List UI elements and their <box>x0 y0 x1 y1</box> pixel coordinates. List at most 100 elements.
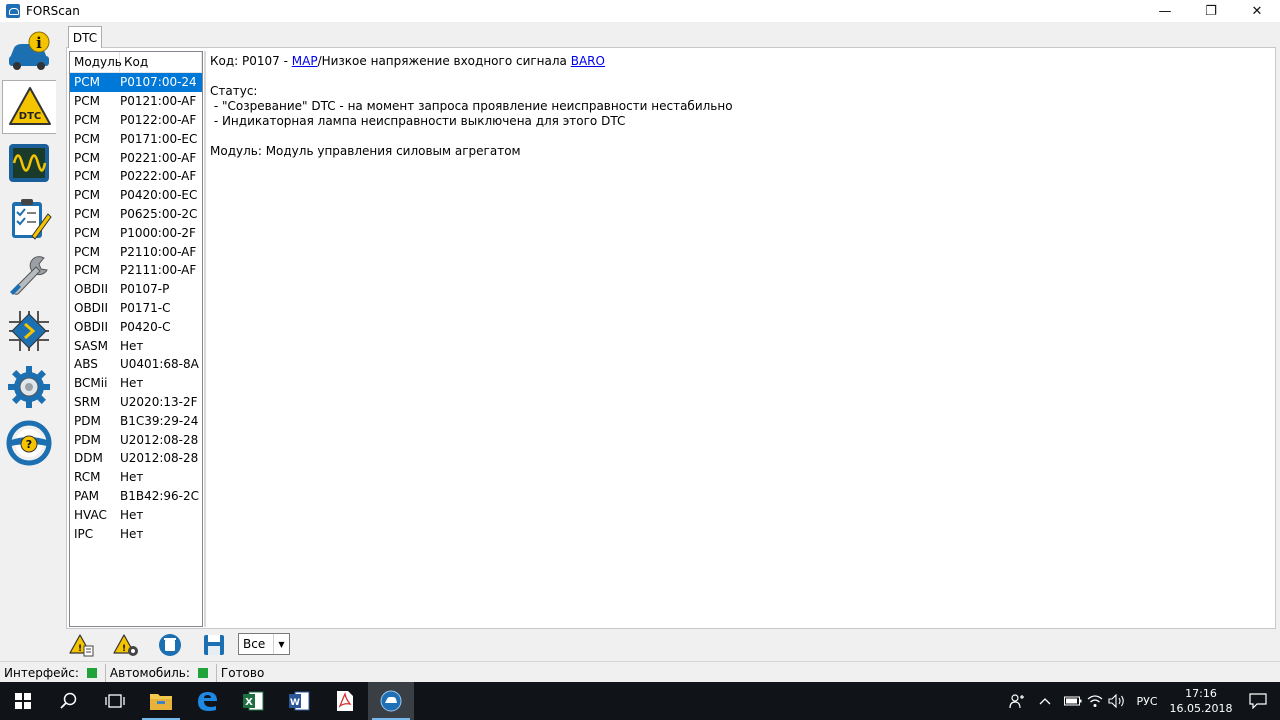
show-hidden-icons-chevron-icon[interactable] <box>1028 682 1062 720</box>
title-bar: FORScan — ❐ ✕ <box>0 0 1280 22</box>
save-button[interactable] <box>198 631 230 659</box>
taskbar-file-explorer[interactable] <box>138 682 184 720</box>
list-item[interactable]: PCM P2111:00-AF <box>70 261 202 280</box>
map-link[interactable]: MAP <box>292 54 318 68</box>
sidebar-item-help[interactable]: ? <box>2 416 56 470</box>
list-item[interactable]: PDM B1C39:29-24 <box>70 411 202 430</box>
dtc-filter-value: Все <box>243 637 266 651</box>
vehicle-status: Автомобиль: <box>106 663 217 682</box>
edge-icon <box>198 692 217 711</box>
sidebar-item-settings[interactable] <box>2 360 56 414</box>
dtc-module: DDM <box>74 451 103 466</box>
list-item[interactable]: PCM P0171:00-EC <box>70 129 202 148</box>
column-header-module[interactable]: Модуль <box>70 52 122 72</box>
sidebar-item-service[interactable] <box>2 248 56 302</box>
chevron-down-icon[interactable]: ▼ <box>273 634 289 654</box>
sidebar-item-tests[interactable] <box>2 192 56 246</box>
status-bar: Интерфейс: Автомобиль: Готово <box>0 661 1280 683</box>
dtc-code: U2020:13-2F <box>120 394 198 409</box>
list-item[interactable]: OBDII P0420-C <box>70 317 202 336</box>
taskbar-word[interactable]: W <box>276 682 322 720</box>
list-item[interactable]: PCM P2110:00-AF <box>70 242 202 261</box>
list-item[interactable]: DDM U2012:08-28 <box>70 449 202 468</box>
svg-text:!: ! <box>78 644 82 654</box>
taskbar-forscan[interactable] <box>368 682 414 720</box>
action-center-button[interactable] <box>1236 682 1280 720</box>
list-item[interactable]: HVAC Нет <box>70 505 202 524</box>
checklist-icon <box>12 199 52 240</box>
clear-dtc-button[interactable]: ! <box>110 631 142 659</box>
help-wheel-icon: ? <box>6 420 52 466</box>
volume-icon[interactable] <box>1106 682 1128 720</box>
list-item[interactable]: BCMii Нет <box>70 374 202 393</box>
dtc-code: Нет <box>120 470 144 485</box>
dtc-module: PCM <box>74 206 100 221</box>
baro-link[interactable]: BARO <box>571 54 605 68</box>
list-item[interactable]: PCM P0122:00-AF <box>70 111 202 130</box>
list-item[interactable]: SRM U2020:13-2F <box>70 393 202 412</box>
clock[interactable]: 17:16 16.05.2018 <box>1166 686 1236 716</box>
list-item[interactable]: SASM Нет <box>70 336 202 355</box>
dtc-code: P0121:00-AF <box>120 94 197 109</box>
dtc-code: U2012:08-28 <box>120 451 199 466</box>
close-button[interactable]: ✕ <box>1234 0 1280 22</box>
sidebar-item-vehicle-info[interactable]: i <box>2 24 56 78</box>
column-header-code[interactable]: Код <box>120 52 202 72</box>
dtc-module: OBDII <box>74 319 108 334</box>
dtc-code: P2110:00-AF <box>120 244 197 259</box>
sidebar-item-configuration[interactable] <box>2 304 56 358</box>
input-language[interactable]: РУС <box>1128 695 1166 708</box>
dtc-code: P1000:00-2F <box>120 225 196 240</box>
svg-text:!: ! <box>122 644 126 654</box>
list-item[interactable]: PCM P0420:00-EC <box>70 186 202 205</box>
status-line: - Индикаторная лампа неисправности выклю… <box>210 114 626 128</box>
dtc-module: PDM <box>74 432 101 447</box>
list-item[interactable]: OBDII P0107-P <box>70 280 202 299</box>
dtc-module: IPC <box>74 526 94 541</box>
list-item[interactable]: PCM P1000:00-2F <box>70 223 202 242</box>
battery-icon[interactable] <box>1062 682 1084 720</box>
list-item[interactable]: PCM P0121:00-AF <box>70 92 202 111</box>
dtc-module: PCM <box>74 112 100 127</box>
list-item[interactable]: OBDII P0171-C <box>70 299 202 318</box>
search-button[interactable] <box>46 682 92 720</box>
search-icon <box>60 692 77 709</box>
tab-dtc[interactable]: DTC <box>68 26 102 48</box>
svg-text:W: W <box>290 698 300 708</box>
taskbar-edge[interactable] <box>184 682 230 720</box>
dtc-code: B1B42:96-2C <box>120 488 200 503</box>
dtc-code: U0401:68-8A <box>120 357 199 372</box>
restore-button[interactable]: ❐ <box>1188 0 1234 22</box>
list-item[interactable]: PAM B1B42:96-2C <box>70 487 202 506</box>
start-button[interactable] <box>0 682 46 720</box>
svg-text:X: X <box>245 697 253 708</box>
dtc-list[interactable]: Модуль Код PCM P0107:00-24 PCM P0121:00-AF P… <box>69 51 203 627</box>
sidebar-item-dtc[interactable]: DTC <box>2 80 56 134</box>
delete-button[interactable] <box>154 631 186 659</box>
list-item[interactable]: PDM U2012:08-28 <box>70 430 202 449</box>
dtc-details: Код: P0107 - MAP/Низкое напряжение входн… <box>210 54 1270 159</box>
list-item[interactable]: PCM P0222:00-AF <box>70 167 202 186</box>
forscan-icon <box>380 690 402 712</box>
list-item[interactable]: PCM P0625:00-2C <box>70 205 202 224</box>
people-icon[interactable] <box>1006 682 1028 720</box>
code-prefix: Код: P0107 - <box>210 54 292 68</box>
taskbar-pdf-reader[interactable] <box>322 682 368 720</box>
dtc-filter-select[interactable]: Все ▼ <box>238 633 290 655</box>
splitter[interactable] <box>204 51 206 627</box>
taskbar-excel[interactable]: X <box>230 682 276 720</box>
clock-date: 16.05.2018 <box>1169 702 1233 715</box>
sidebar-item-oscilloscope[interactable] <box>2 136 56 190</box>
wifi-icon[interactable] <box>1084 682 1106 720</box>
list-header: Модуль Код <box>70 52 202 73</box>
minimize-button[interactable]: — <box>1142 0 1188 22</box>
list-item[interactable]: IPC Нет <box>70 524 202 543</box>
list-item[interactable]: ABS U0401:68-8A <box>70 355 202 374</box>
svg-text:i: i <box>36 34 42 52</box>
list-item[interactable]: PCM P0107:00-24 <box>70 73 202 92</box>
dtc-module: PCM <box>74 188 100 203</box>
task-view-button[interactable] <box>92 682 138 720</box>
list-item[interactable]: RCM Нет <box>70 468 202 487</box>
list-item[interactable]: PCM P0221:00-AF <box>70 148 202 167</box>
read-dtc-button[interactable]: ! <box>66 631 98 659</box>
